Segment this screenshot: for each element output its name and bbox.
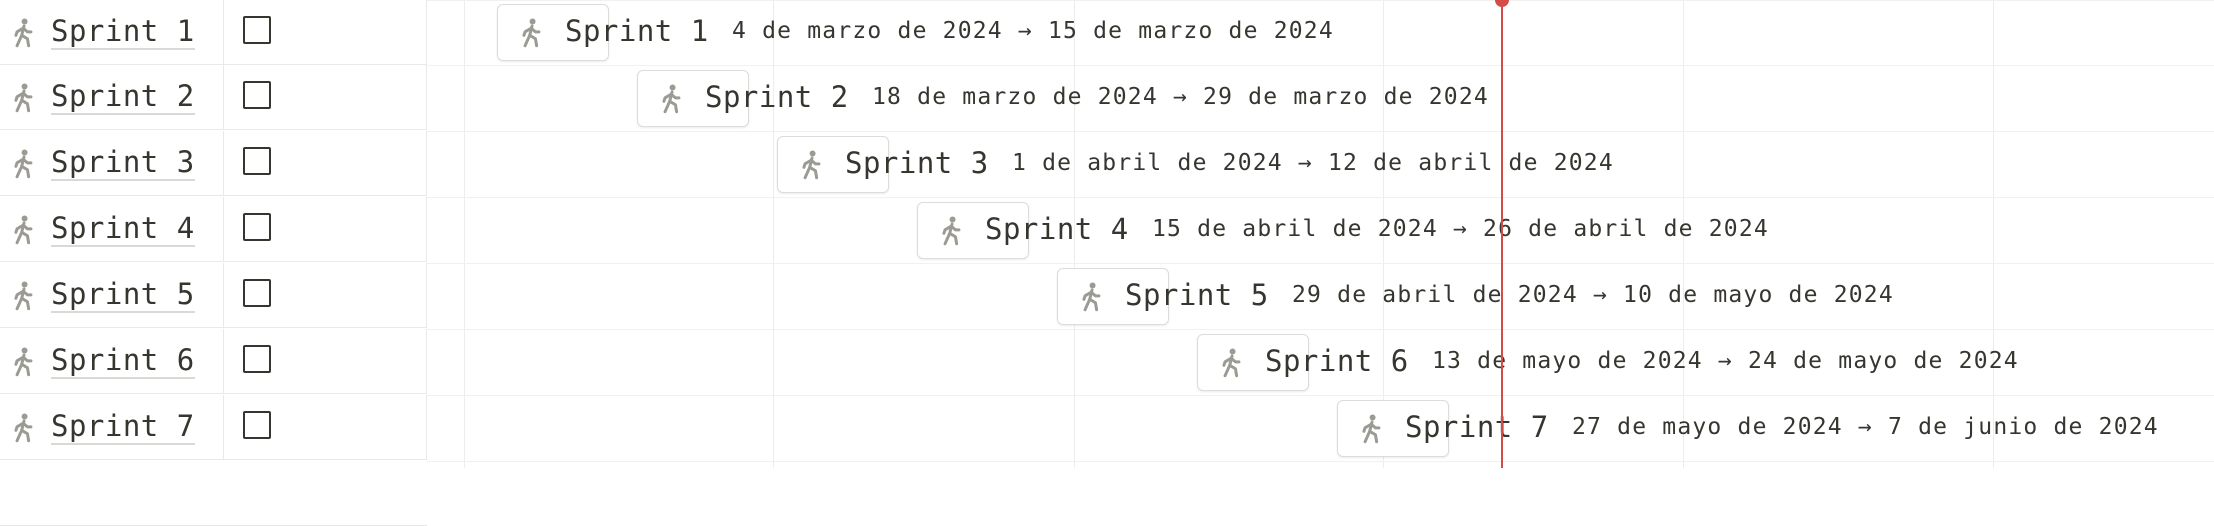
- table-row[interactable]: Sprint 3: [0, 131, 427, 196]
- walking-person-icon: [942, 216, 961, 246]
- done-checkbox[interactable]: [243, 345, 271, 373]
- row-title-link[interactable]: Sprint 4: [51, 211, 195, 247]
- walking-person-icon: [802, 150, 821, 180]
- bar-date-range: 1 de abril de 2024 → 12 de abril de 2024: [1012, 150, 1614, 176]
- name-cell[interactable]: Sprint 7: [0, 395, 224, 459]
- name-cell[interactable]: Sprint 4: [0, 197, 224, 261]
- grid-line: [464, 0, 465, 468]
- bar-date-range: 15 de abril de 2024 → 26 de abril de 202…: [1152, 216, 1769, 242]
- row-title-link[interactable]: Sprint 5: [51, 277, 195, 313]
- name-cell[interactable]: Sprint 3: [0, 131, 224, 195]
- bar-title: Sprint 7: [1405, 410, 1549, 444]
- table-row[interactable]: Sprint 1: [0, 0, 427, 65]
- today-marker-line: [1501, 0, 1503, 468]
- done-checkbox[interactable]: [243, 16, 271, 44]
- name-cell[interactable]: Sprint 1: [0, 0, 224, 64]
- bar-date-range: 4 de marzo de 2024 → 15 de marzo de 2024: [732, 18, 1334, 44]
- table-row[interactable]: Sprint 7: [0, 395, 427, 460]
- walking-person-icon: [14, 215, 33, 245]
- bar-date-range: 13 de mayo de 2024 → 24 de mayo de 2024: [1432, 348, 2019, 374]
- name-cell[interactable]: Sprint 2: [0, 65, 224, 129]
- walking-person-icon: [14, 413, 33, 443]
- check-cell: [224, 263, 427, 327]
- walking-person-icon: [14, 281, 33, 311]
- walking-person-icon: [1362, 414, 1381, 444]
- check-cell: [224, 329, 427, 393]
- grid-line: [427, 197, 2214, 198]
- grid-line: [427, 395, 2214, 396]
- done-checkbox[interactable]: [243, 147, 271, 175]
- grid-line: [427, 0, 2214, 1]
- grid-line: [427, 329, 2214, 330]
- walking-person-icon: [662, 84, 681, 114]
- grid-line: [427, 263, 2214, 264]
- done-checkbox[interactable]: [243, 213, 271, 241]
- row-title-link[interactable]: Sprint 7: [51, 409, 195, 445]
- check-cell: [224, 395, 427, 459]
- grid-line: [427, 131, 2214, 132]
- done-checkbox[interactable]: [243, 81, 271, 109]
- done-checkbox[interactable]: [243, 279, 271, 307]
- row-title-link[interactable]: Sprint 1: [51, 14, 195, 50]
- row-title-link[interactable]: Sprint 2: [51, 79, 195, 115]
- walking-person-icon: [1082, 282, 1101, 312]
- bar-title: Sprint 5: [1125, 278, 1269, 312]
- grid-line: [773, 0, 774, 468]
- grid-line: [427, 65, 2214, 66]
- bar-title: Sprint 3: [845, 146, 989, 180]
- bar-date-range: 18 de marzo de 2024 → 29 de marzo de 202…: [872, 84, 1489, 110]
- bar-title: Sprint 2: [705, 80, 849, 114]
- row-title-link[interactable]: Sprint 3: [51, 145, 195, 181]
- grid-line: [1993, 0, 1994, 468]
- sprint-table: Sprint 1 Sprint 2 Sprint 3 Sprint 4 Spri…: [0, 0, 427, 526]
- table-row: [0, 461, 427, 526]
- table-row[interactable]: Sprint 4: [0, 197, 427, 262]
- walking-person-icon: [14, 149, 33, 179]
- bar-date-range: 29 de abril de 2024 → 10 de mayo de 2024: [1292, 282, 1894, 308]
- grid-line: [427, 461, 2214, 462]
- name-cell[interactable]: Sprint 5: [0, 263, 224, 327]
- walking-person-icon: [14, 18, 33, 48]
- check-cell: [224, 0, 427, 64]
- check-cell: [224, 131, 427, 195]
- check-cell: [224, 197, 427, 261]
- bar-title: Sprint 1: [565, 14, 709, 48]
- walking-person-icon: [14, 347, 33, 377]
- name-cell[interactable]: Sprint 6: [0, 329, 224, 393]
- walking-person-icon: [522, 18, 541, 48]
- bar-title: Sprint 6: [1265, 344, 1409, 378]
- bar-title: Sprint 4: [985, 212, 1129, 246]
- done-checkbox[interactable]: [243, 411, 271, 439]
- walking-person-icon: [14, 83, 33, 113]
- check-cell: [224, 65, 427, 129]
- table-row[interactable]: Sprint 2: [0, 65, 427, 130]
- walking-person-icon: [1222, 348, 1241, 378]
- bar-date-range: 27 de mayo de 2024 → 7 de junio de 2024: [1572, 414, 2159, 440]
- table-row[interactable]: Sprint 6: [0, 329, 427, 394]
- row-title-link[interactable]: Sprint 6: [51, 343, 195, 379]
- table-row[interactable]: Sprint 5: [0, 263, 427, 328]
